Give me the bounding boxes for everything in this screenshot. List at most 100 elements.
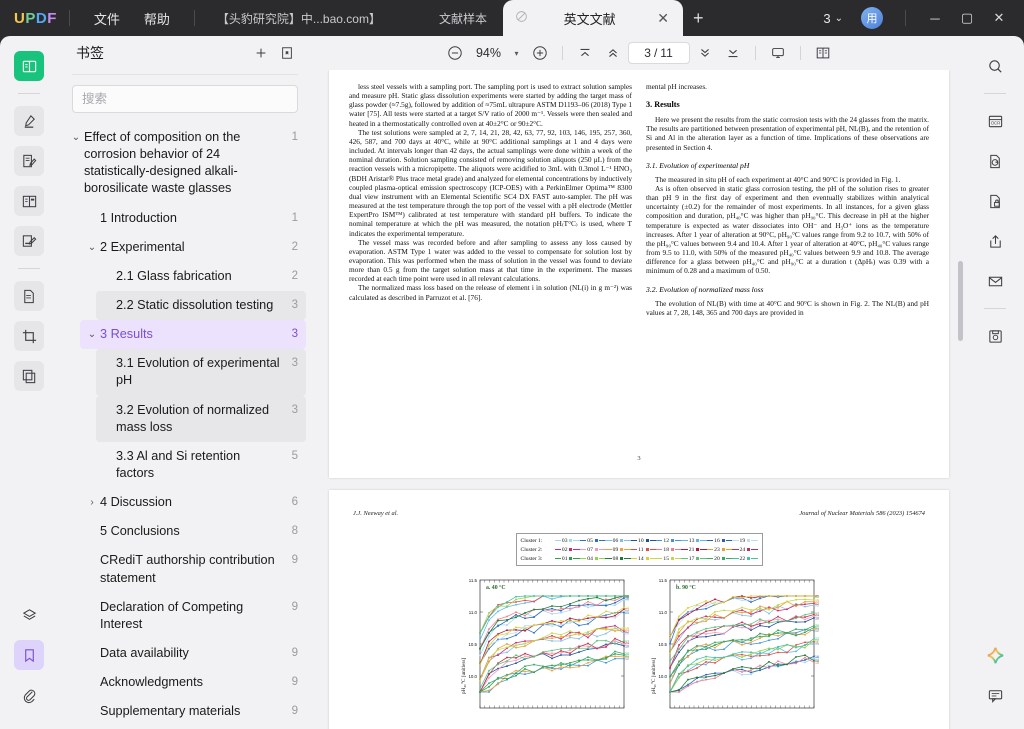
- convert-icon[interactable]: [980, 146, 1010, 176]
- organize-pages-icon[interactable]: [14, 186, 44, 216]
- svg-text:17: 17: [815, 611, 819, 615]
- bookmark-item[interactable]: 1 Introduction 1: [80, 204, 306, 233]
- bookmark-label: Data availability: [100, 645, 189, 660]
- reader-mode-icon[interactable]: [14, 51, 44, 81]
- view-mode-icon[interactable]: [810, 40, 836, 66]
- tab-label: 英文文献: [563, 11, 616, 27]
- legend-entry: 12: [656, 538, 682, 544]
- logo-letter: D: [35, 9, 48, 27]
- tab-count-menu[interactable]: 3 ⌄: [815, 11, 851, 26]
- scrollbar-thumb[interactable]: [958, 261, 963, 341]
- first-page-icon[interactable]: [572, 40, 598, 66]
- bookmark-item[interactable]: ⌄ Effect of composition on the corrosion …: [64, 123, 306, 204]
- email-icon[interactable]: [980, 266, 1010, 296]
- maximize-button[interactable]: ▢: [952, 3, 982, 33]
- crop-page-icon[interactable]: [14, 321, 44, 351]
- divider: [193, 10, 195, 26]
- bookmark-item[interactable]: CRediT authorship contribution statement…: [80, 546, 306, 592]
- prev-page-icon[interactable]: [600, 40, 626, 66]
- add-bookmark-button[interactable]: [250, 42, 272, 64]
- chevron-down-icon[interactable]: ⌄: [84, 239, 100, 255]
- avatar[interactable]: 用: [861, 7, 883, 29]
- legend-entry: 24: [732, 547, 758, 553]
- running-head-authors: J.J. Neeway et al.: [353, 510, 399, 517]
- bookmark-item[interactable]: 3.3 Al and Si retention factors 5: [96, 442, 306, 488]
- menu-file[interactable]: 文件: [82, 5, 132, 32]
- tab-doc-active[interactable]: 英文文献 ✕: [502, 0, 683, 36]
- zoom-in-button[interactable]: [527, 40, 553, 66]
- bookmark-item[interactable]: Acknowledgments 9: [80, 668, 306, 697]
- bookmark-item[interactable]: 2.1 Glass fabrication 2: [96, 262, 306, 291]
- page-number-input[interactable]: 3 / 11: [627, 42, 690, 64]
- minimize-button[interactable]: －: [920, 3, 950, 33]
- chevron-down-icon[interactable]: ⌄: [84, 326, 100, 342]
- tab-doc-2[interactable]: 文献样本: [429, 6, 497, 31]
- protect-icon[interactable]: [980, 186, 1010, 216]
- bookmark-label: CRediT authorship contribution statement: [100, 553, 275, 585]
- bookmark-item[interactable]: 3.2 Evolution of normalized mass loss 3: [96, 395, 306, 442]
- logo-letter: F: [47, 9, 57, 27]
- chevron-down-icon[interactable]: ⌄: [68, 129, 84, 145]
- bookmark-panel-icon[interactable]: [14, 640, 44, 670]
- bookmark-add-icon[interactable]: [276, 42, 298, 64]
- page-convert-icon[interactable]: [14, 281, 44, 311]
- comment-icon[interactable]: [765, 40, 791, 66]
- svg-text:11.0: 11.0: [469, 610, 478, 615]
- annotate-icon[interactable]: [14, 146, 44, 176]
- chevron-spacer: [84, 674, 100, 676]
- bookmark-page-number: 6: [291, 496, 298, 509]
- next-page-icon[interactable]: [692, 40, 718, 66]
- tab-doc-1[interactable]: 【头豹研究院】中...bao.com】: [207, 6, 391, 31]
- menu-help[interactable]: 帮助: [132, 5, 182, 32]
- chevron-right-icon[interactable]: ›: [84, 494, 100, 510]
- legend-entry: 13: [681, 538, 707, 544]
- search-icon[interactable]: [980, 51, 1010, 81]
- svg-text:22: 22: [625, 595, 629, 599]
- bookmark-item[interactable]: 5 Conclusions 8: [80, 517, 306, 546]
- chart-panel: 11.5 11.0 10.5 10.0 03 05 06 10 12 13 16 19 02 07 09 11…: [644, 572, 824, 724]
- attachment-icon[interactable]: [14, 680, 44, 710]
- chevron-down-icon[interactable]: ▾: [508, 49, 524, 58]
- edit-pdf-icon[interactable]: [14, 226, 44, 256]
- legend-series-label: 11: [638, 546, 644, 553]
- bookmark-label: Acknowledgments: [100, 675, 203, 690]
- share-icon[interactable]: [980, 226, 1010, 256]
- vertical-scrollbar[interactable]: [958, 76, 963, 729]
- bookmark-page-number: 9: [291, 554, 298, 567]
- legend-marker: [594, 557, 598, 560]
- app-logo: UPDF: [14, 10, 57, 27]
- ocr-icon[interactable]: OCR: [980, 106, 1010, 136]
- divider: [18, 268, 40, 269]
- bookmark-list[interactable]: ⌄ Effect of composition on the corrosion …: [58, 121, 312, 729]
- highlighter-icon[interactable]: [14, 106, 44, 136]
- legend-entry: 23: [706, 547, 733, 553]
- last-page-icon[interactable]: [720, 40, 746, 66]
- layers-icon[interactable]: [14, 600, 44, 630]
- ai-assistant-icon[interactable]: [980, 640, 1010, 670]
- bookmark-item[interactable]: Declaration of Competing Interest 9: [80, 593, 306, 639]
- bookmark-item[interactable]: › 4 Discussion 6: [80, 488, 306, 517]
- bookmark-label: Supplementary materials: [100, 704, 241, 719]
- bookmark-item[interactable]: ⌄ 3 Results 3: [80, 320, 306, 350]
- body-paragraph: The normalized mass loss based on the re…: [349, 283, 632, 302]
- close-window-button[interactable]: ✕: [984, 3, 1014, 33]
- legend-series-label: 09: [612, 546, 619, 553]
- bookmark-item[interactable]: Supplementary materials 9: [80, 697, 306, 726]
- bookmark-item[interactable]: 3.1 Evolution of experimental pH 3: [96, 349, 306, 396]
- bookmark-item[interactable]: 2.2 Static dissolution testing 3: [96, 290, 306, 321]
- save-icon[interactable]: [980, 321, 1010, 351]
- zoom-out-button[interactable]: [442, 40, 468, 66]
- new-tab-button[interactable]: +: [683, 8, 714, 29]
- legend-series-label: 06: [612, 537, 619, 544]
- close-icon[interactable]: ✕: [651, 10, 675, 27]
- legend-marker: [645, 548, 649, 551]
- page-canvas[interactable]: less steel vessels with a sampling port.…: [312, 70, 966, 729]
- bookmark-item[interactable]: ⌄ 2 Experimental 2: [80, 233, 306, 262]
- legend-entry: 04: [579, 556, 606, 562]
- page-column-left: less steel vessels with a sampling port.…: [349, 82, 632, 317]
- compare-pages-icon[interactable]: [14, 361, 44, 391]
- comment-icon[interactable]: [980, 680, 1010, 710]
- divider: [18, 93, 40, 94]
- bookmark-item[interactable]: Data availability 9: [80, 639, 306, 668]
- search-input[interactable]: [72, 85, 298, 113]
